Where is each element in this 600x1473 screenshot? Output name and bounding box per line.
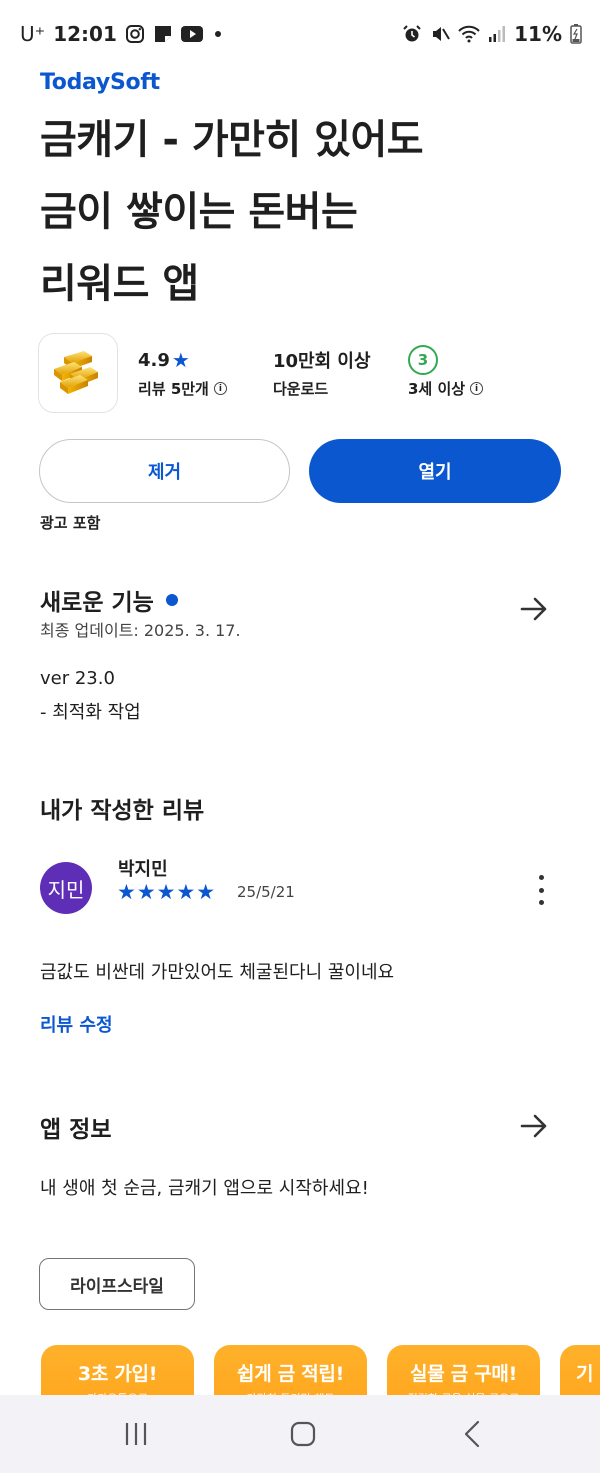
carrier-label: U⁺ xyxy=(20,22,46,46)
avatar: 지민 xyxy=(40,862,92,914)
reviewer-name: 박지민 xyxy=(118,859,168,880)
age-rating-badge: 3 xyxy=(408,345,438,375)
more-notifications-dot xyxy=(214,31,221,37)
version-text: ver 23.0 xyxy=(40,668,115,689)
whats-new-title: 새로운 기능 xyxy=(40,590,154,616)
battery-percent: 11% xyxy=(514,22,562,46)
review-stars: ★★★★★ xyxy=(117,880,217,904)
developer-link[interactable]: TodaySoft xyxy=(40,70,160,95)
app-description: 내 생애 첫 순금, 금캐기 앱으로 시작하세요! xyxy=(40,1178,369,1199)
about-app-header[interactable]: 앱 정보 xyxy=(40,1110,112,1144)
age-rating-stat[interactable]: 3 3세 이상 i xyxy=(408,345,484,399)
gold-bars-icon xyxy=(54,351,98,394)
info-icon: i xyxy=(213,382,227,395)
whats-new-header[interactable]: 새로운 기능 xyxy=(40,583,178,617)
about-app-title: 앱 정보 xyxy=(40,1117,112,1143)
rating-value: 4.9 xyxy=(138,349,170,371)
status-bar: U⁺ 12:01 11% xyxy=(0,0,600,70)
back-icon[interactable] xyxy=(452,1417,492,1451)
screenshot-headline: 3초 가입! xyxy=(77,1363,158,1385)
last-updated: 최종 업데이트: 2025. 3. 17. xyxy=(40,621,241,640)
new-indicator-dot xyxy=(165,594,178,606)
downloads-value: 10만회 이상 xyxy=(273,351,371,372)
screenshot-headline: 쉽게 금 적립! xyxy=(237,1363,344,1385)
reviews-count: 리뷰 5만개 xyxy=(138,380,209,398)
downloads-label: 다운로드 xyxy=(273,380,329,398)
instagram-icon xyxy=(125,24,145,44)
alarm-icon xyxy=(402,24,422,44)
app-title-line: 금이 쌓이는 돈버는 xyxy=(40,189,358,235)
battery-icon xyxy=(570,24,582,44)
uninstall-button[interactable]: 제거 xyxy=(39,439,290,503)
edit-review-link[interactable]: 리뷰 수정 xyxy=(40,1011,113,1037)
my-review-title: 내가 작성한 리뷰 xyxy=(40,798,205,824)
recents-icon[interactable] xyxy=(116,1417,156,1451)
home-icon[interactable] xyxy=(283,1417,323,1451)
update-notes: - 최적화 작업 xyxy=(40,702,141,723)
rating-stat[interactable]: 4.9 ★ 리뷰 5만개 i xyxy=(138,346,227,399)
notification-icon xyxy=(153,24,173,44)
open-button[interactable]: 열기 xyxy=(309,439,561,503)
review-date: 25/5/21 xyxy=(237,883,295,901)
arrow-right-icon[interactable] xyxy=(518,593,550,625)
contains-ads-label: 광고 포함 xyxy=(40,514,101,532)
more-vert-icon[interactable] xyxy=(534,875,548,905)
info-icon: i xyxy=(470,382,484,395)
app-icon xyxy=(38,333,118,413)
clock: 12:01 xyxy=(53,22,117,46)
age-rating-label: 3세 이상 xyxy=(408,380,466,398)
signal-icon xyxy=(488,25,506,43)
app-title: 금캐기 - 가만히 있어도 금이 쌓이는 돈버는 리워드 앱 xyxy=(40,104,560,320)
app-title-line: 리워드 앱 xyxy=(40,261,199,307)
mute-icon xyxy=(430,24,450,44)
app-title-line: 금캐기 - 가만히 있어도 xyxy=(40,117,424,163)
screenshot-headline: 기 xyxy=(576,1363,594,1385)
review-text: 금값도 비싼데 가만있어도 체굴된다니 꿀이네요 xyxy=(40,962,395,983)
arrow-right-icon[interactable] xyxy=(518,1110,550,1142)
wifi-icon xyxy=(458,24,480,44)
category-chip[interactable]: 라이프스타일 xyxy=(39,1258,195,1310)
screenshot-headline: 실물 금 구매! xyxy=(410,1363,517,1385)
youtube-icon xyxy=(180,25,203,43)
star-icon: ★ xyxy=(171,348,190,372)
downloads-stat: 10만회 이상 다운로드 xyxy=(273,346,371,399)
system-nav-bar xyxy=(0,1395,600,1473)
